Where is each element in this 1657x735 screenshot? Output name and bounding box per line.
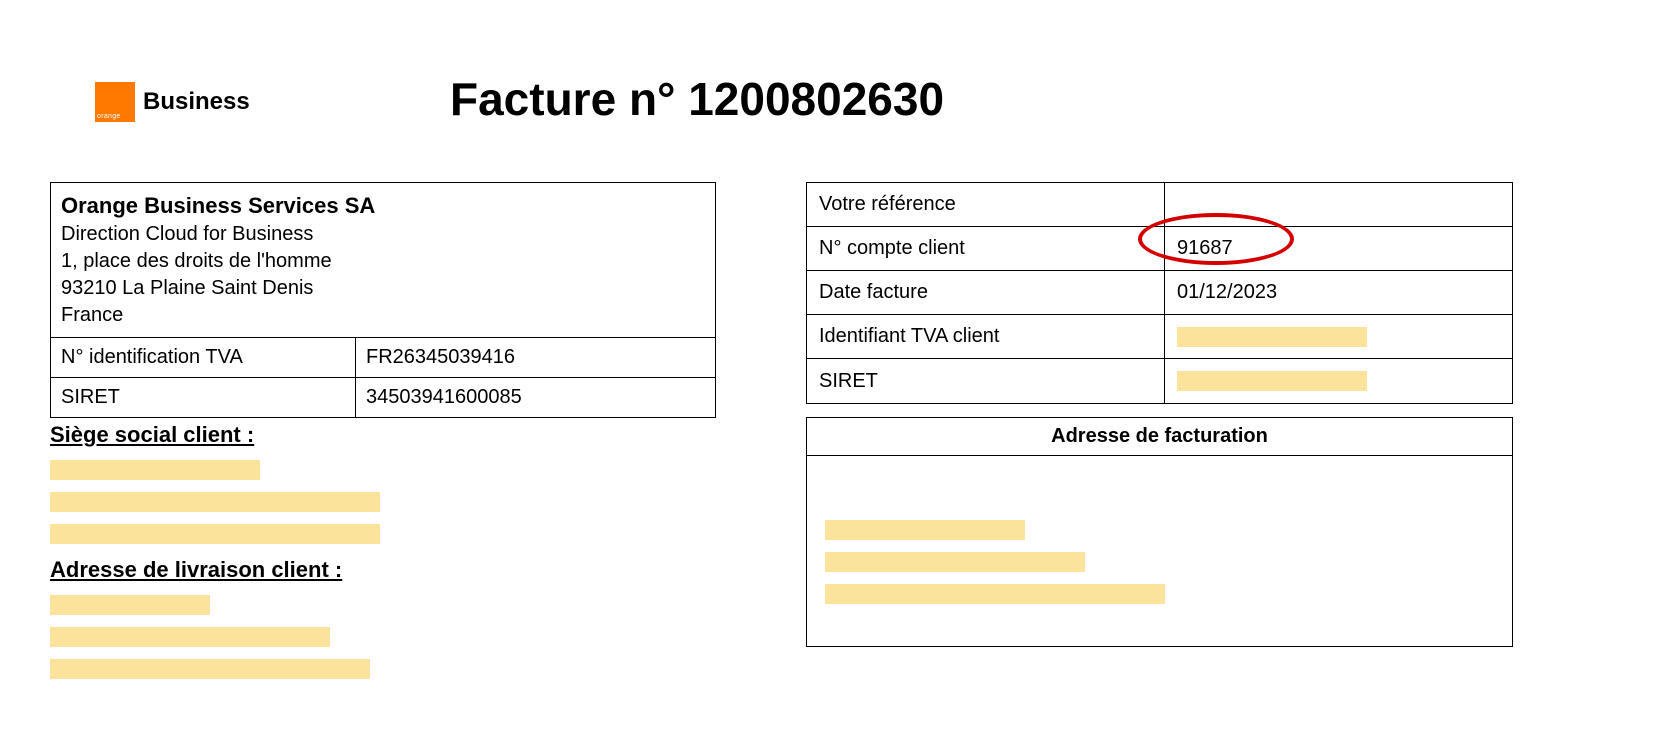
client-account-value: 91687 <box>1165 227 1512 270</box>
billing-address-box: Adresse de facturation <box>806 417 1513 647</box>
vendor-vat-row: N° identification TVA FR26345039416 <box>51 338 715 378</box>
vendor-box: Orange Business Services SA Direction Cl… <box>50 182 716 418</box>
vendor-siret-label: SIRET <box>51 378 356 417</box>
redacted-block <box>825 520 1025 540</box>
client-siret-row: SIRET <box>807 359 1512 403</box>
redacted-block <box>50 627 330 647</box>
billing-body <box>807 456 1512 646</box>
billing-heading: Adresse de facturation <box>807 418 1512 456</box>
vendor-address-block: Orange Business Services SA Direction Cl… <box>51 183 715 338</box>
vendor-addr1: 1, place des droits de l'homme <box>61 248 705 275</box>
redacted-block <box>50 524 380 544</box>
client-delivery-heading: Adresse de livraison client : <box>50 557 370 583</box>
client-hq-redacted <box>50 460 380 549</box>
vendor-siret-row: SIRET 34503941600085 <box>51 378 715 417</box>
redacted-block <box>50 492 380 512</box>
client-account-label: N° compte client <box>807 227 1165 270</box>
redacted-block <box>825 584 1165 604</box>
client-date-value: 01/12/2023 <box>1165 271 1512 314</box>
vendor-dept: Direction Cloud for Business <box>61 221 705 248</box>
client-info-box: Votre référence N° compte client 91687 D… <box>806 182 1513 404</box>
client-delivery-section: Adresse de livraison client : <box>50 557 370 691</box>
client-vat-value <box>1165 315 1512 358</box>
vendor-country: France <box>61 302 705 329</box>
vendor-siret-value: 34503941600085 <box>356 378 715 417</box>
vendor-addr2: 93210 La Plaine Saint Denis <box>61 275 705 302</box>
logo-brand-text: Business <box>143 88 250 116</box>
client-ref-value <box>1165 183 1512 226</box>
redacted-block <box>825 552 1085 572</box>
client-account-row: N° compte client 91687 <box>807 227 1512 271</box>
client-ref-label: Votre référence <box>807 183 1165 226</box>
vendor-vat-value: FR26345039416 <box>356 338 715 377</box>
client-vat-row: Identifiant TVA client <box>807 315 1512 359</box>
orange-logo-icon <box>95 82 135 122</box>
redacted-block <box>1177 371 1367 391</box>
redacted-block <box>50 460 260 480</box>
client-hq-section: Siège social client : <box>50 422 380 556</box>
vendor-vat-label: N° identification TVA <box>51 338 356 377</box>
client-vat-label: Identifiant TVA client <box>807 315 1165 358</box>
redacted-block <box>1177 327 1367 347</box>
redacted-block <box>50 595 210 615</box>
client-hq-heading: Siège social client : <box>50 422 380 448</box>
client-delivery-redacted <box>50 595 370 684</box>
vendor-name: Orange Business Services SA <box>61 191 705 221</box>
client-siret-value <box>1165 359 1512 403</box>
client-date-row: Date facture 01/12/2023 <box>807 271 1512 315</box>
client-ref-row: Votre référence <box>807 183 1512 227</box>
client-siret-label: SIRET <box>807 359 1165 403</box>
redacted-block <box>50 659 370 679</box>
logo-area: Business <box>95 82 250 122</box>
client-date-label: Date facture <box>807 271 1165 314</box>
invoice-title: Facture n° 1200802630 <box>450 72 944 126</box>
